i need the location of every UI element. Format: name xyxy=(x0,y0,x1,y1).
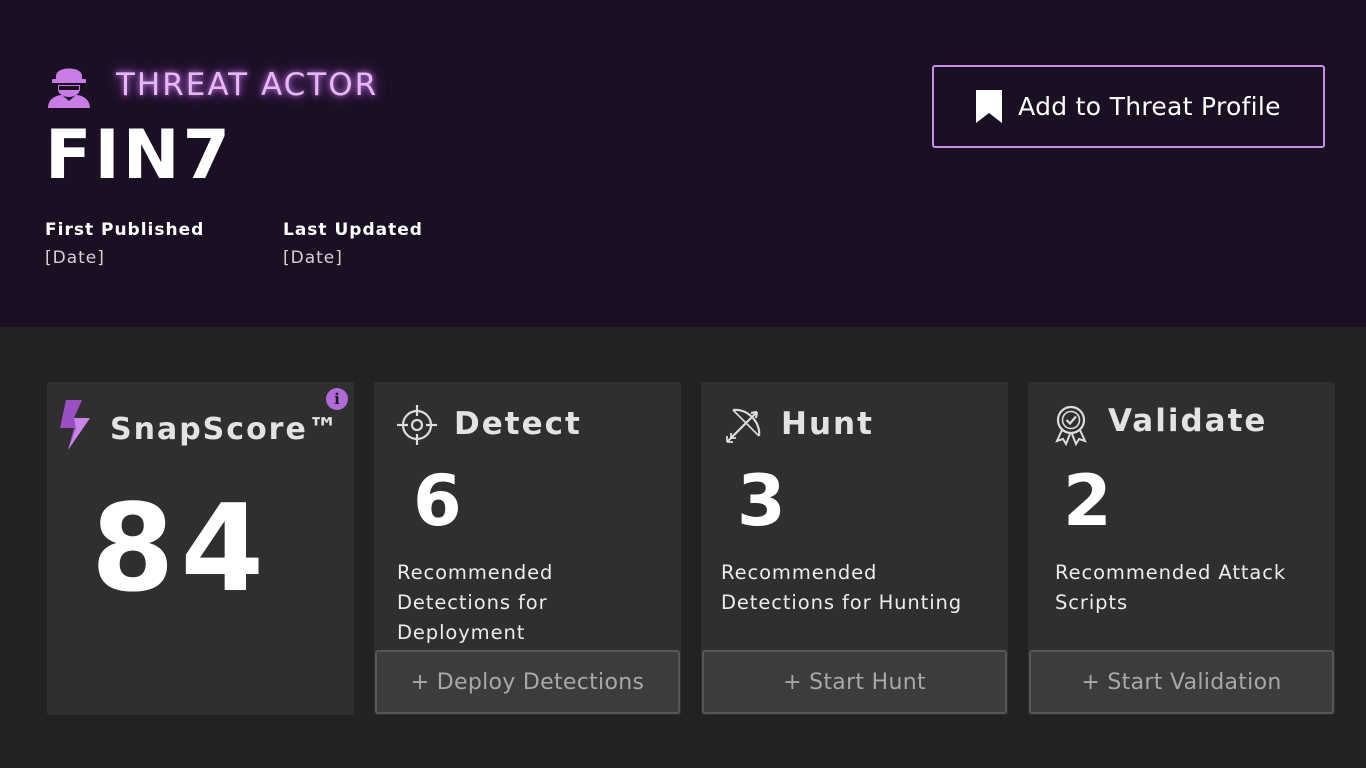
entity-type-row: THREAT ACTOR xyxy=(44,62,378,108)
threat-actor-header: THREAT ACTOR FIN7 First Published [Date]… xyxy=(0,0,1366,327)
first-published-label: First Published xyxy=(45,220,205,240)
last-updated: Last Updated [Date] xyxy=(283,220,423,268)
hunt-title: Hunt xyxy=(781,406,874,442)
crosshair-icon xyxy=(397,405,437,445)
hacker-icon xyxy=(48,68,90,108)
last-updated-value: [Date] xyxy=(283,248,343,268)
hunt-description: Recommended Detections for Hunting xyxy=(721,561,963,614)
page-title: FIN7 xyxy=(45,116,233,195)
detect-card: Detect 6 Recommended Detections for Depl… xyxy=(374,382,681,715)
detect-title: Detect xyxy=(454,406,582,442)
snapscore-value: 84 xyxy=(91,480,270,619)
bow-arrow-icon xyxy=(726,408,761,443)
deploy-detections-button[interactable]: + Deploy Detections xyxy=(375,650,680,714)
add-to-threat-profile-label: Add to Threat Profile xyxy=(1018,92,1281,121)
start-hunt-button[interactable]: + Start Hunt xyxy=(702,650,1007,714)
validate-card: Validate 2 Recommended Attack Scripts + … xyxy=(1028,382,1335,715)
hunt-card: Hunt 3 Recommended Detections for Huntin… xyxy=(701,382,1008,715)
award-badge-icon xyxy=(1055,405,1087,446)
validate-count: 2 xyxy=(1063,460,1112,542)
snapscore-title: SnapScore™ xyxy=(110,412,340,447)
hunt-count: 3 xyxy=(737,460,786,542)
validate-description: Recommended Attack Scripts xyxy=(1055,561,1287,614)
first-published-value: [Date] xyxy=(45,248,105,268)
entity-type-label: THREAT ACTOR xyxy=(116,67,379,103)
snapscore-card: SnapScore™ i 84 xyxy=(47,382,354,715)
validate-title: Validate xyxy=(1108,403,1268,439)
bookmark-icon xyxy=(976,90,1003,123)
add-to-threat-profile-button[interactable]: Add to Threat Profile xyxy=(932,65,1325,148)
start-validation-button[interactable]: + Start Validation xyxy=(1029,650,1334,714)
last-updated-label: Last Updated xyxy=(283,220,423,240)
detect-description: Recommended Detections for Deployment xyxy=(397,561,554,644)
detect-count: 6 xyxy=(413,460,462,542)
first-published: First Published [Date] xyxy=(45,220,204,268)
lightning-bolt-icon xyxy=(60,400,90,450)
info-icon[interactable]: i xyxy=(326,388,348,410)
